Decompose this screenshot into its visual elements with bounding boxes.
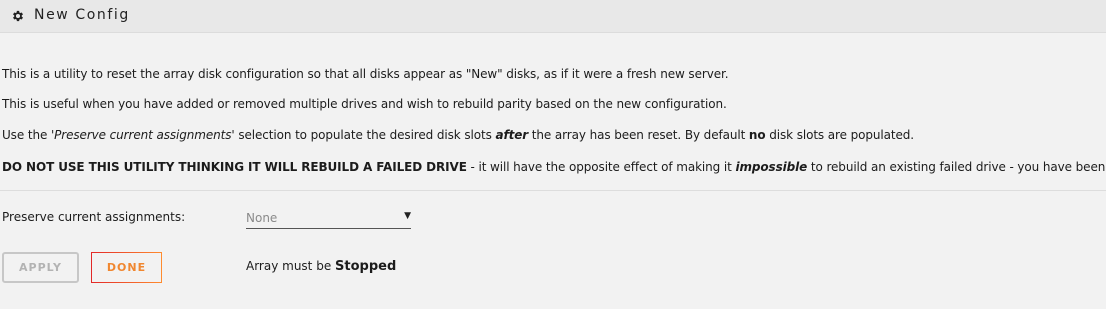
warning-body: to rebuild an existing failed drive - yo… [810,160,1106,174]
hint-text: selection to populate the desired disk s… [234,128,496,142]
warning-heading: DO NOT USE THIS UTILITY THINKING IT WILL… [2,160,467,174]
hint-text: disk slots are populated. [765,128,915,142]
hint-option-name: 'Preserve current assignments' [50,128,235,142]
description-usage: This is useful when you have added or re… [2,97,727,111]
warning-body: - it will have the opposite effect of ma… [466,160,736,174]
page-title: New Config [34,7,130,23]
description-intro: This is a utility to reset the array dis… [2,67,729,81]
array-status: Array must be Stopped [246,259,396,274]
gear-icon [13,10,23,22]
warning-text: DO NOT USE THIS UTILITY THINKING IT WILL… [2,160,1106,174]
chevron-down-icon: ▼ [404,211,411,221]
hint-emphasis-no: no [748,128,766,142]
hint-text: Use the [2,128,51,142]
select-value: None [246,211,278,225]
preserve-assignments-select[interactable]: None ▼ [246,207,411,229]
done-button[interactable]: DONE [91,252,162,283]
title-bar: New Config [0,0,1106,33]
apply-button[interactable]: APPLY [2,252,79,283]
hint-emphasis-after: after [495,128,529,142]
array-status-state: Stopped [335,259,397,274]
hint-text: the array has been reset. By default [528,128,749,142]
array-status-prefix: Array must be [246,259,336,273]
warning-emphasis-impossible: impossible [735,160,808,174]
divider [0,190,1106,191]
description-preserve-hint: Use the 'Preserve current assignments' s… [2,128,914,142]
preserve-assignments-label: Preserve current assignments: [2,210,186,224]
